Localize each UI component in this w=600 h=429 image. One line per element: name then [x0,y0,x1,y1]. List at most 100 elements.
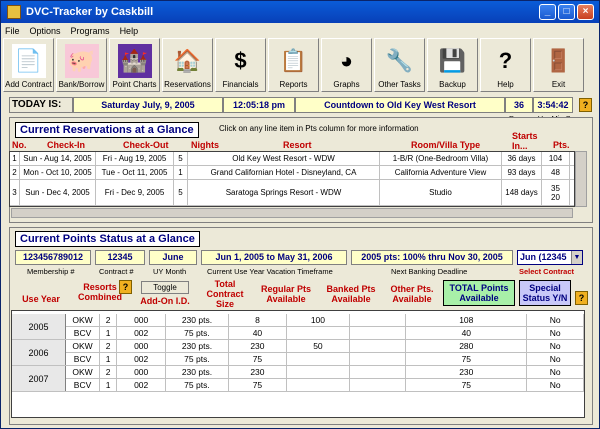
toolbar-button-exit[interactable]: 🚪 Exit [533,38,584,92]
banking-caption: Next Banking Deadline [391,267,468,276]
help-icon: ? [488,44,523,78]
minimize-button[interactable]: _ [539,4,556,20]
points-cell-special: No [527,379,584,391]
points-cell-n: 2 [100,314,118,326]
chevron-down-icon[interactable]: ▼ [571,251,582,264]
points-cell-addon: 002 [117,353,167,365]
toolbar-button-help[interactable]: ? Help [480,38,531,92]
points-row: BCV 1 002 75 pts. 40 40 No [12,327,584,340]
points-cell-addon: 000 [117,314,167,326]
reservation-row[interactable]: 1 Sun - Aug 14, 2005 Fri - Aug 19, 2005 5 Ol… [10,152,574,166]
contract-select[interactable]: Jun (12345 ▼ [517,250,583,265]
exit-icon: 🚪 [541,44,576,78]
toolbar-label: Reservations [164,80,211,89]
res-cell-pts[interactable]: 35 20 [542,180,570,205]
res-cell-pts[interactable]: 104 [542,152,570,165]
points-cell-size: 75 pts. [166,353,229,365]
res-cell-out: Fri - Aug 19, 2005 [96,152,174,165]
menu-file[interactable]: File [5,26,20,36]
col-starts: Starts In... [512,131,538,151]
reservation-row[interactable]: 2 Mon - Oct 10, 2005 Tue - Oct 11, 2005 1 Gr… [10,166,574,180]
contract-select-value: Jun (12345 [520,252,567,262]
toolbar-button-reservations[interactable]: 🏠 Reservations [162,38,213,92]
tools-icon: 🔧 [382,44,417,78]
toggle-button[interactable]: Toggle [141,281,189,294]
resorts-help-button[interactable]: ? [119,280,132,294]
col-resort: Resort [283,140,312,150]
today-bar: TODAY IS: Saturday July, 9, 2005 12:05:1… [9,97,593,113]
countdown-hms: 3:54:42 [533,97,573,113]
maximize-button[interactable]: □ [558,4,575,20]
toolbar-button-add-contract[interactable]: 📄 Add Contract [3,38,54,92]
res-cell-no: 1 [10,152,20,165]
res-cell-resort: Old Key West Resort - WDW [188,152,380,165]
points-cell-addon: 000 [117,340,167,352]
points-cell-total: 75 [406,379,528,391]
title-bar[interactable]: DVC-Tracker by Caskbill _ □ × [1,1,599,23]
close-button[interactable]: × [577,4,594,20]
points-cell-special: No [527,366,584,378]
toolbar-button-other-tasks[interactable]: 🔧 Other Tasks [374,38,425,92]
points-cell-banked [287,353,350,365]
res-cell-room: California Adventure View [380,166,502,179]
today-help-button[interactable]: ? [579,98,592,112]
reservation-row[interactable]: 3 Sun - Dec 4, 2005 Fri - Dec 9, 2005 5 Sara… [10,180,574,206]
menu-options[interactable]: Options [30,26,61,36]
countdown-label: Countdown to Old Key West Resort [295,97,505,113]
points-cell-other [350,379,407,391]
points-cell-special: No [527,340,584,352]
castle-icon: 🏰 [117,44,152,78]
res-cell-nights: 5 [174,180,188,205]
points-cell-total: 280 [406,340,528,352]
points-cell-regular: 75 [229,353,288,365]
house-icon: 🏠 [170,44,205,78]
col-total-size: Total Contract Size [206,279,244,309]
toolbar-button-reports[interactable]: 📋 Reports [268,38,319,92]
toolbar-button-point-charts[interactable]: 🏰 Point Charts [109,38,160,92]
select-caption: Select Contract [519,267,575,276]
res-cell-in: Mon - Oct 10, 2005 [20,166,96,179]
points-cell-addon: 000 [117,366,167,378]
res-pts-value[interactable]: 20 [551,193,560,202]
toolbar-label: Help [497,80,514,89]
toolbar-button-graphs[interactable]: ◕ Graphs [321,38,372,92]
res-cell-resort: Grand Californian Hotel - Disneyland, CA [188,166,380,179]
col-nights: Nights [191,140,219,150]
col-regular: Regular Pts Available [260,284,311,304]
res-pts-value[interactable]: 35 [551,184,560,193]
points-cell-resort: BCV [66,379,101,391]
col-checkin: Check-In [47,140,86,150]
membership-number: 123456789012 [15,250,91,265]
toolbar-label: Backup [439,80,466,89]
points-cell-addon: 002 [117,327,167,339]
points-cell-resort: BCV [66,353,101,365]
menu-help[interactable]: Help [120,26,139,36]
col-use-year: Use Year [22,294,60,304]
toolbar-button-bank-borrow[interactable]: 🐖 Bank/Borrow [56,38,107,92]
res-cell-nights: 5 [174,152,188,165]
backup-icon: 💾 [435,44,470,78]
toolbar-button-backup[interactable]: 💾 Backup [427,38,478,92]
col-banked: Banked Pts Available [326,284,376,304]
col-addon: Add-On I.D. [140,296,190,306]
points-cell-total: 40 [406,327,528,339]
today-time: 12:05:18 pm [223,97,295,113]
toolbar-button-financials[interactable]: $ Financials [215,38,266,92]
res-cell-nights: 1 [174,166,188,179]
points-cell-total: 75 [406,353,528,365]
special-help-button[interactable]: ? [575,291,588,305]
points-row: BCV 1 002 75 pts. 75 75 No [12,379,584,392]
res-cell-out: Tue - Oct 11, 2005 [96,166,174,179]
col-other: Other Pts. Available [390,284,434,304]
points-cell-size: 75 pts. [166,327,229,339]
menu-programs[interactable]: Programs [71,26,110,36]
res-cell-pts[interactable]: 48 [542,166,570,179]
points-cell-regular: 75 [229,379,288,391]
today-date: Saturday July, 9, 2005 [73,97,223,113]
contract-caption: Contract # [99,267,134,276]
reservations-hscrollbar[interactable] [11,208,573,218]
points-cell-banked: 100 [287,314,350,326]
reservations-vscrollbar[interactable] [575,151,587,207]
points-cell-special: No [527,327,584,339]
report-icon: 📋 [276,44,311,78]
